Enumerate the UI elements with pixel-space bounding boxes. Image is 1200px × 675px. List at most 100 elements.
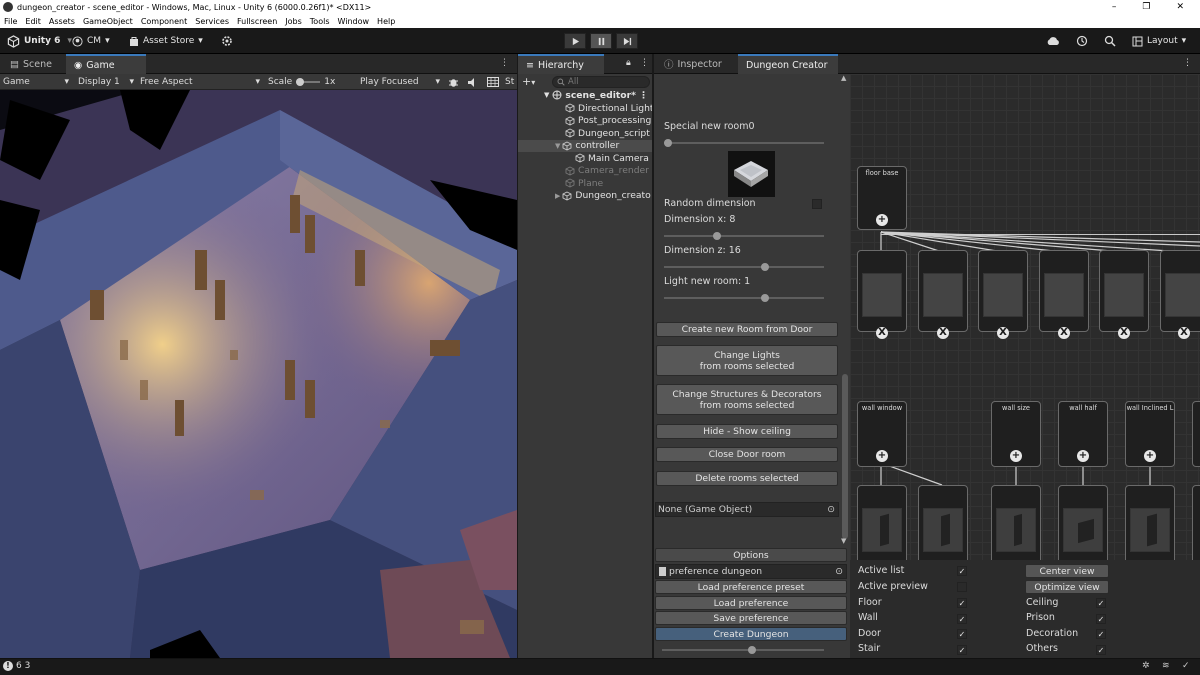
bug-button[interactable] — [448, 75, 459, 89]
display-dropdown[interactable]: Display 1 ▾ — [78, 75, 134, 89]
hierarchy-item-plane[interactable]: Plane — [518, 177, 652, 190]
menu-edit[interactable]: Edit — [25, 17, 41, 26]
asset-store-dropdown[interactable]: Asset Store ▾ — [129, 33, 203, 49]
floor-item-node[interactable] — [918, 250, 968, 332]
expand-arrow-icon[interactable]: ▶ — [555, 192, 560, 200]
others-checkbox[interactable]: ✓ — [1096, 645, 1106, 655]
stats-label[interactable]: St — [505, 75, 514, 89]
tab-hierarchy[interactable]: ≡ Hierarchy — [518, 54, 604, 74]
minimize-button[interactable]: – — [1112, 2, 1117, 12]
light-new-room-slider[interactable] — [664, 294, 824, 302]
menu-fullscreen[interactable]: Fullscreen — [237, 17, 277, 26]
active-list-checkbox[interactable]: ✓ — [957, 566, 967, 576]
layers-icon[interactable]: ≋ — [1162, 661, 1170, 671]
wall-checkbox[interactable]: ✓ — [957, 614, 967, 624]
settings-button[interactable] — [221, 33, 233, 49]
scale-slider[interactable] — [296, 78, 321, 86]
hierarchy-item-directional-light[interactable]: Directional Light — [518, 102, 652, 115]
expand-arrow-icon[interactable]: ▼ — [544, 91, 549, 99]
warning-icon[interactable]: ! — [3, 661, 13, 671]
load-preference-preset-button[interactable]: Load preference preset — [655, 580, 847, 594]
menu-services[interactable]: Services — [195, 17, 229, 26]
plus-icon[interactable]: + — [876, 214, 888, 226]
wall-item-node[interactable] — [991, 485, 1041, 565]
menu-help[interactable]: Help — [377, 17, 395, 26]
tab-game[interactable]: ◉ Game — [66, 54, 146, 74]
plus-icon[interactable]: + — [1010, 450, 1022, 462]
ceiling-checkbox[interactable]: ✓ — [1096, 598, 1106, 608]
more-options-icon[interactable]: ⋮ — [640, 58, 649, 68]
game-mode-dropdown[interactable]: Game ▾ — [3, 75, 69, 89]
hierarchy-item-scene[interactable]: ▼ scene_editor* ⋮ — [518, 89, 652, 102]
account-dropdown[interactable]: CM ▾ — [72, 33, 110, 49]
search-button[interactable] — [1104, 33, 1116, 49]
play-focused-dropdown[interactable]: Play Focused ▾ — [360, 75, 440, 89]
node-graph-area[interactable]: floor base + X X X X X X wall window + w… — [850, 74, 1200, 658]
create-room-from-door-button[interactable]: Create new Room from Door — [656, 322, 838, 337]
target-icon[interactable]: ⊙ — [827, 504, 835, 515]
close-door-room-button[interactable]: Close Door room — [656, 447, 838, 462]
delete-rooms-button[interactable]: Delete rooms selected — [656, 471, 838, 486]
hierarchy-search-input[interactable]: All — [552, 76, 650, 88]
wall-item-node[interactable] — [1125, 485, 1175, 565]
step-button[interactable] — [616, 33, 638, 49]
hide-show-ceiling-button[interactable]: Hide - Show ceiling — [656, 424, 838, 439]
plus-icon[interactable]: + — [1144, 450, 1156, 462]
bottom-slider[interactable] — [662, 646, 824, 654]
add-object-button[interactable]: +▾ — [522, 76, 544, 88]
prison-checkbox[interactable]: ✓ — [1096, 614, 1106, 624]
floor-item-node[interactable] — [1160, 250, 1200, 332]
floor-item-node[interactable] — [1039, 250, 1089, 332]
special-room-slider[interactable] — [664, 139, 824, 147]
slider-knob[interactable] — [664, 139, 672, 147]
wall-item-node[interactable] — [918, 485, 968, 565]
scroll-down-icon[interactable]: ▼ — [841, 537, 846, 545]
tab-scene[interactable]: ▤ Scene — [2, 54, 60, 74]
play-button[interactable] — [564, 33, 586, 49]
load-preference-button[interactable]: Load preference — [655, 596, 847, 610]
game-viewport[interactable] — [0, 90, 517, 658]
active-preview-checkbox[interactable] — [957, 582, 967, 592]
panel-scrollbar[interactable] — [842, 374, 848, 539]
stair-checkbox[interactable]: ✓ — [957, 645, 967, 655]
hierarchy-item-main-camera[interactable]: Main Camera — [518, 152, 652, 165]
more-options-icon[interactable]: ⋮ — [500, 58, 509, 68]
console-counts[interactable]: 6 3 — [16, 661, 30, 671]
options-header[interactable]: Options — [655, 548, 847, 562]
slider-knob[interactable] — [761, 294, 769, 302]
pause-button[interactable] — [590, 33, 612, 49]
decoration-checkbox[interactable]: ✓ — [1096, 629, 1106, 639]
menu-jobs[interactable]: Jobs — [285, 17, 302, 26]
plus-icon[interactable]: + — [1077, 450, 1089, 462]
change-structures-button[interactable]: Change Structures & Decorators from room… — [656, 384, 838, 415]
preference-field[interactable]: preference dungeon ⊙ — [655, 564, 847, 579]
change-lights-button[interactable]: Change Lights from rooms selected — [656, 345, 838, 376]
unity-account-menu[interactable]: Unity 6 ▾ — [7, 33, 72, 49]
close-x-icon[interactable]: X — [1118, 327, 1130, 339]
expand-arrow-icon[interactable]: ▼ — [555, 142, 560, 150]
node-wall-inclined[interactable]: wall Inclined L + — [1125, 401, 1175, 467]
layout-dropdown[interactable]: Layout ▾ — [1132, 33, 1186, 49]
slider-knob[interactable] — [748, 646, 756, 654]
dimension-x-slider[interactable] — [664, 232, 824, 240]
hierarchy-item-post-processing[interactable]: Post_processing — [518, 115, 652, 128]
node-wall-size[interactable]: wall size + — [991, 401, 1041, 467]
center-view-button[interactable]: Center view — [1025, 564, 1109, 578]
menu-file[interactable]: File — [4, 17, 17, 26]
slider-knob[interactable] — [761, 263, 769, 271]
node-wall-half[interactable]: wall half + — [1058, 401, 1108, 467]
dimension-z-slider[interactable] — [664, 263, 824, 271]
close-x-icon[interactable]: X — [997, 327, 1009, 339]
more-options-icon[interactable]: ⋮ — [639, 90, 648, 101]
node-floor-base[interactable]: floor base + — [857, 166, 907, 230]
close-x-icon[interactable]: X — [1058, 327, 1070, 339]
wall-item-node[interactable] — [1192, 485, 1200, 565]
hierarchy-item-controller[interactable]: ▼ controller — [518, 139, 652, 152]
optimize-view-button[interactable]: Optimize view — [1025, 580, 1109, 594]
floor-item-node[interactable] — [857, 250, 907, 332]
scroll-up-icon[interactable]: ▲ — [841, 74, 846, 82]
hierarchy-item-camera-render[interactable]: Camera_render — [518, 165, 652, 178]
node-wall-window[interactable]: wall window + — [857, 401, 907, 467]
restore-button[interactable]: ❐ — [1142, 2, 1150, 12]
menu-component[interactable]: Component — [141, 17, 187, 26]
